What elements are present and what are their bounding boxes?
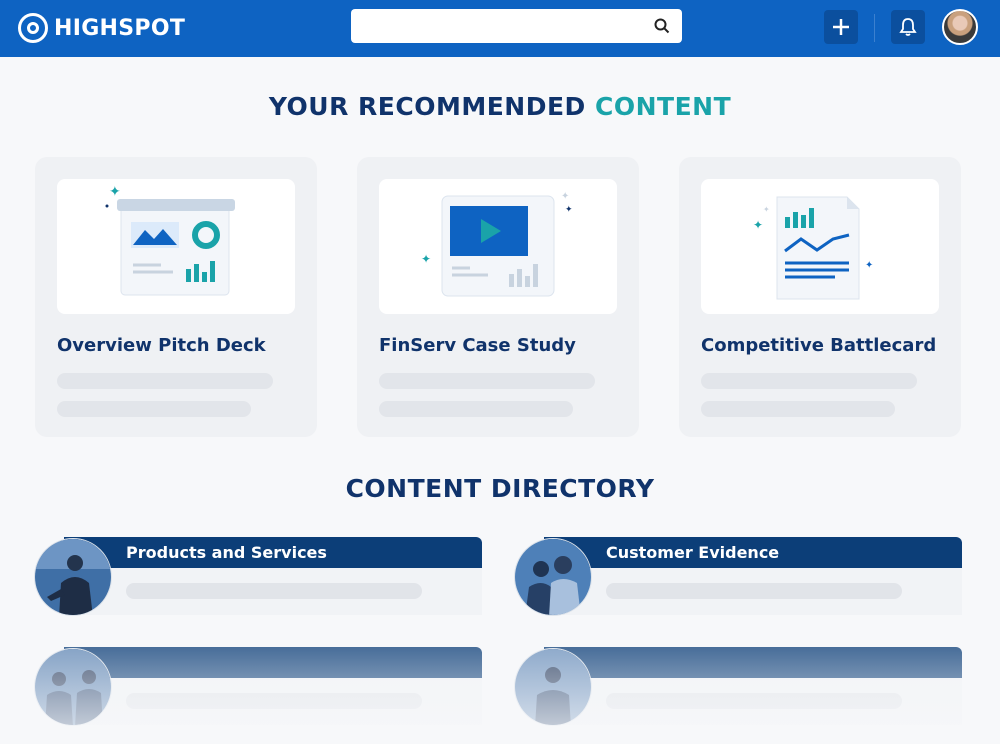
highspot-logo[interactable]: HIGHSPOT (18, 11, 185, 45)
plus-icon (833, 19, 849, 35)
recommended-title-accent: CONTENT (595, 92, 732, 121)
header-divider (874, 14, 875, 42)
presenter-photo-icon (35, 539, 111, 615)
directory-item[interactable]: Customer Evidence (514, 537, 964, 616)
text-placeholder (57, 401, 251, 417)
card-title: Overview Pitch Deck (57, 335, 266, 356)
text-placeholder (126, 583, 422, 599)
video-play-icon: ✦ ✦ ✦ (421, 191, 573, 297)
text-placeholder (701, 373, 917, 389)
svg-text:✦: ✦ (763, 205, 770, 214)
user-avatar[interactable] (942, 9, 978, 45)
card-thumbnail: ✦ (57, 179, 295, 314)
top-navigation-bar: HIGHSPOT (0, 0, 1000, 57)
people-photo-icon (515, 539, 591, 615)
directory-photo (514, 538, 592, 616)
report-document-icon: ✦ ✦ ✦ (753, 196, 873, 300)
svg-text:✦: ✦ (565, 205, 573, 215)
add-content-button[interactable] (824, 10, 858, 44)
svg-text:✦: ✦ (109, 184, 121, 200)
text-placeholder (379, 373, 595, 389)
recommended-card[interactable]: ✦ ✦ ✦ Competitive Battlecard (679, 157, 961, 437)
directory-photo (34, 538, 112, 616)
svg-text:✦: ✦ (753, 218, 763, 232)
text-placeholder (701, 401, 895, 417)
directory-item-label: Customer Evidence (606, 543, 780, 562)
text-placeholder (379, 401, 573, 417)
directory-section-title: CONTENT DIRECTORY (345, 474, 655, 503)
presentation-icon: ✦ (105, 184, 235, 296)
card-thumbnail: ✦ ✦ ✦ (701, 179, 939, 314)
recommended-card[interactable]: ✦ ✦ ✦ FinServ Case Study (357, 157, 639, 437)
recommended-card[interactable]: ✦ Overview Pitch Deck (35, 157, 317, 437)
card-thumbnail: ✦ ✦ ✦ (379, 179, 617, 314)
search-input[interactable] (351, 9, 682, 43)
text-placeholder (606, 583, 902, 599)
text-placeholder (57, 373, 273, 389)
highspot-logo-icon (18, 13, 48, 43)
search-icon[interactable] (654, 18, 670, 34)
svg-text:✦: ✦ (421, 252, 431, 266)
directory-item-label: Products and Services (126, 543, 327, 562)
bottom-fade-overlay (0, 630, 1000, 744)
recommended-title-main: YOUR RECOMMENDED (268, 92, 586, 121)
svg-text:✦: ✦ (865, 260, 873, 271)
notifications-button[interactable] (891, 10, 925, 44)
directory-item[interactable]: Products and Services (34, 537, 484, 616)
svg-text:✦: ✦ (561, 191, 569, 202)
card-title: Competitive Battlecard (701, 335, 937, 356)
recommended-section-title: YOUR RECOMMENDED CONTENT (0, 92, 1000, 121)
brand-name: HIGHSPOT (54, 15, 186, 41)
card-title: FinServ Case Study (379, 335, 576, 356)
bell-icon (899, 18, 917, 36)
